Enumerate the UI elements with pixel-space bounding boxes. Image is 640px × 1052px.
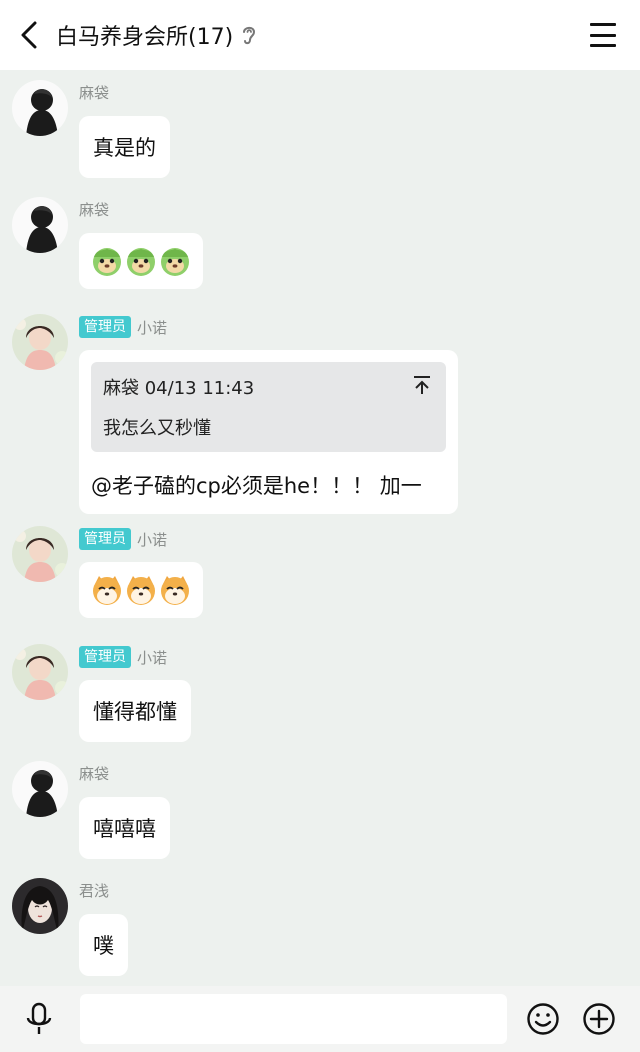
message-bubble[interactable]: 噗 (79, 914, 128, 976)
emoji-bubble[interactable] (79, 562, 203, 618)
message-bubble[interactable]: 真是的 (79, 116, 170, 178)
message-meta: 管理员 小诺 (79, 316, 167, 338)
message-list[interactable]: 麻袋 真是的 麻袋 管理员 小诺 麻袋 04/13 11:43 我怎么又秒懂 @… (0, 70, 640, 986)
avatar[interactable] (12, 80, 68, 136)
avatar[interactable] (12, 314, 68, 370)
menu-button[interactable] (590, 23, 616, 47)
microphone-icon (26, 1002, 52, 1034)
cabbage-dog-emoji (93, 248, 121, 276)
avatar[interactable] (12, 197, 68, 253)
emoji-button[interactable] (526, 1002, 560, 1036)
jump-to-top-icon[interactable] (412, 374, 432, 396)
emoji-bubble[interactable] (79, 233, 203, 289)
message-bubble[interactable]: 懂得都懂 (79, 680, 191, 742)
sender-name: 君浅 (79, 882, 110, 900)
message-meta: 管理员 小诺 (79, 528, 167, 550)
avatar[interactable] (12, 878, 68, 934)
voice-button[interactable] (22, 1002, 56, 1036)
input-bar (0, 986, 640, 1052)
avatar[interactable] (12, 644, 68, 700)
cabbage-dog-emoji (127, 248, 155, 276)
chat-title: 白马养身会所(17) (56, 25, 234, 50)
sender-name: 麻袋 (79, 201, 110, 219)
sender-name: 小诺 (137, 530, 168, 549)
admin-badge: 管理员 (79, 316, 131, 338)
sender-name: 麻袋 (79, 84, 110, 102)
back-button[interactable] (14, 18, 44, 52)
smiley-icon (527, 1003, 559, 1035)
quoted-message[interactable]: 麻袋 04/13 11:43 我怎么又秒懂 (91, 362, 446, 452)
title-group: 白马养身会所(17) (56, 0, 259, 70)
ear-icon (241, 24, 259, 46)
sender-name: 小诺 (137, 648, 168, 667)
plus-circle-icon (583, 1003, 615, 1035)
admin-badge: 管理员 (79, 528, 131, 550)
quote-text: 我怎么又秒懂 (103, 418, 211, 439)
message-meta: 君浅 (79, 880, 109, 901)
quote-header: 麻袋 04/13 11:43 (103, 378, 255, 399)
message-meta: 麻袋 (79, 199, 109, 220)
avatar[interactable] (12, 761, 68, 817)
sender-name: 小诺 (137, 318, 168, 337)
message-meta: 麻袋 (79, 763, 109, 784)
reply-text: @老子磕的cp必须是he！！！ 加一 (91, 474, 422, 498)
menu-icon (590, 23, 616, 26)
message-meta: 管理员 小诺 (79, 646, 167, 668)
sender-name: 麻袋 (79, 765, 110, 783)
shiba-emoji (161, 576, 189, 605)
admin-badge: 管理员 (79, 646, 131, 668)
message-bubble[interactable]: 嘻嘻嘻 (79, 797, 170, 859)
avatar[interactable] (12, 526, 68, 582)
shiba-emoji (93, 576, 121, 605)
cabbage-dog-emoji (161, 248, 189, 276)
reply-bubble[interactable]: 麻袋 04/13 11:43 我怎么又秒懂 @老子磕的cp必须是he！！！ 加一 (79, 350, 458, 514)
message-meta: 麻袋 (79, 82, 109, 103)
message-input[interactable] (80, 994, 507, 1044)
shiba-emoji (127, 576, 155, 605)
more-button[interactable] (582, 1002, 616, 1036)
chat-header: 白马养身会所(17) (0, 0, 640, 70)
chevron-left-icon (21, 21, 37, 49)
